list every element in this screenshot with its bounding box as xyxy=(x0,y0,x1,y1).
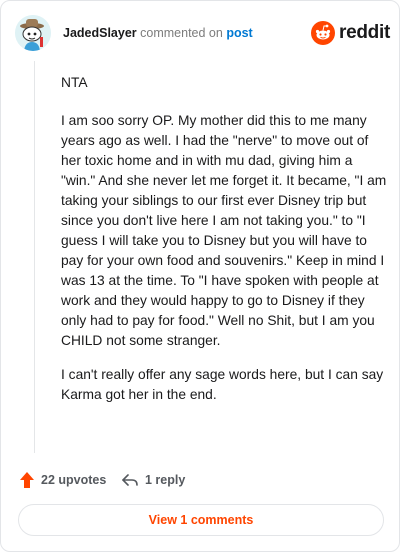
upvote-count: 22 upvotes xyxy=(41,473,107,487)
thread-line[interactable] xyxy=(34,61,35,453)
reply-count: 1 reply xyxy=(145,473,186,487)
reddit-logo[interactable]: reddit xyxy=(311,21,390,45)
upvote-button[interactable]: 22 upvotes xyxy=(19,469,106,491)
comment-header: JadedSlayer commented on post reddit xyxy=(15,15,390,53)
comment-paragraph: I can't really offer any sage words here… xyxy=(61,367,384,402)
comment-body: NTA I am soo sorry OP. My mother did thi… xyxy=(61,73,387,419)
reddit-snoo-icon xyxy=(311,21,335,45)
username-link[interactable]: JadedSlayer xyxy=(63,26,137,40)
upvote-arrow-icon xyxy=(20,472,34,488)
avatar-icon xyxy=(15,15,51,51)
view-comments-button[interactable]: View 1 comments xyxy=(18,504,384,536)
post-link[interactable]: post xyxy=(226,26,252,40)
comment-action-text: commented on xyxy=(140,26,223,40)
comment-card: JadedSlayer commented on post reddit NTA… xyxy=(0,0,400,552)
reddit-wordmark: reddit xyxy=(339,22,390,43)
user-avatar[interactable] xyxy=(15,15,51,51)
comment-paragraph: NTA xyxy=(61,75,88,90)
comment-footer: 22 upvotes 1 reply xyxy=(19,469,379,491)
comment-paragraph: I am soo sorry OP. My mother did this to… xyxy=(61,113,387,348)
comment-meta: JadedSlayer commented on post xyxy=(63,26,253,41)
reply-button[interactable]: 1 reply xyxy=(121,469,185,491)
reply-arrow-icon xyxy=(122,474,138,486)
